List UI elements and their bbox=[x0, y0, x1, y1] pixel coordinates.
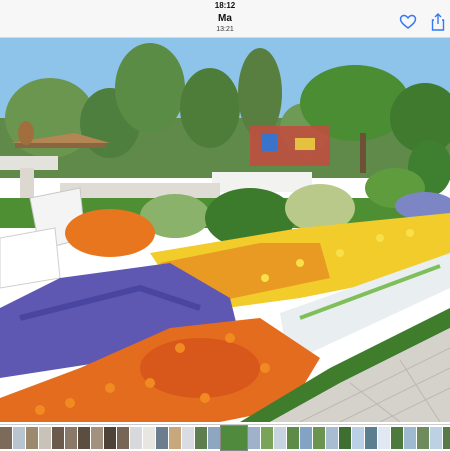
thumbnail[interactable] bbox=[339, 427, 351, 449]
thumbnail[interactable] bbox=[143, 427, 155, 449]
thumbnail[interactable] bbox=[0, 427, 12, 449]
thumbnail[interactable] bbox=[443, 427, 450, 449]
thumbnail[interactable] bbox=[65, 427, 77, 449]
thumbnail[interactable] bbox=[391, 427, 403, 449]
thumbnail[interactable] bbox=[352, 427, 364, 449]
thumbnail[interactable] bbox=[261, 427, 273, 449]
thumbnail-strip[interactable] bbox=[0, 424, 450, 451]
thumbnail[interactable] bbox=[287, 427, 299, 449]
thumbnail[interactable] bbox=[169, 427, 181, 449]
page-subtitle-time: 13:21 bbox=[216, 26, 234, 33]
thumbnail[interactable] bbox=[274, 427, 286, 449]
thumbnail[interactable] bbox=[52, 427, 64, 449]
navigation-bar: 18:12 Ma 13:21 bbox=[0, 0, 450, 38]
thumbnail[interactable] bbox=[378, 427, 390, 449]
thumbnail[interactable] bbox=[248, 427, 260, 449]
thumbnail[interactable] bbox=[156, 427, 168, 449]
thumbnail-selected[interactable] bbox=[220, 425, 248, 451]
status-bar-time: 18:12 bbox=[214, 1, 236, 10]
thumbnail[interactable] bbox=[326, 427, 338, 449]
thumbnail[interactable] bbox=[430, 427, 442, 449]
thumbnail[interactable] bbox=[117, 427, 129, 449]
thumbnail[interactable] bbox=[404, 427, 416, 449]
thumbnail[interactable] bbox=[130, 427, 142, 449]
thumbnail[interactable] bbox=[313, 427, 325, 449]
thumbnail[interactable] bbox=[91, 427, 103, 449]
thumbnail[interactable] bbox=[300, 427, 312, 449]
thumbnail[interactable] bbox=[182, 427, 194, 449]
heart-icon[interactable] bbox=[398, 12, 418, 32]
share-icon[interactable] bbox=[428, 12, 448, 32]
thumbnail[interactable] bbox=[26, 427, 38, 449]
thumbnail[interactable] bbox=[78, 427, 90, 449]
page-title: Ma bbox=[218, 13, 232, 24]
thumbnail[interactable] bbox=[13, 427, 25, 449]
thumbnail[interactable] bbox=[417, 427, 429, 449]
thumbnail[interactable] bbox=[208, 427, 220, 449]
thumbnail[interactable] bbox=[39, 427, 51, 449]
thumbnail[interactable] bbox=[365, 427, 377, 449]
main-photo[interactable] bbox=[0, 38, 450, 422]
thumbnail[interactable] bbox=[104, 427, 116, 449]
thumbnail[interactable] bbox=[195, 427, 207, 449]
